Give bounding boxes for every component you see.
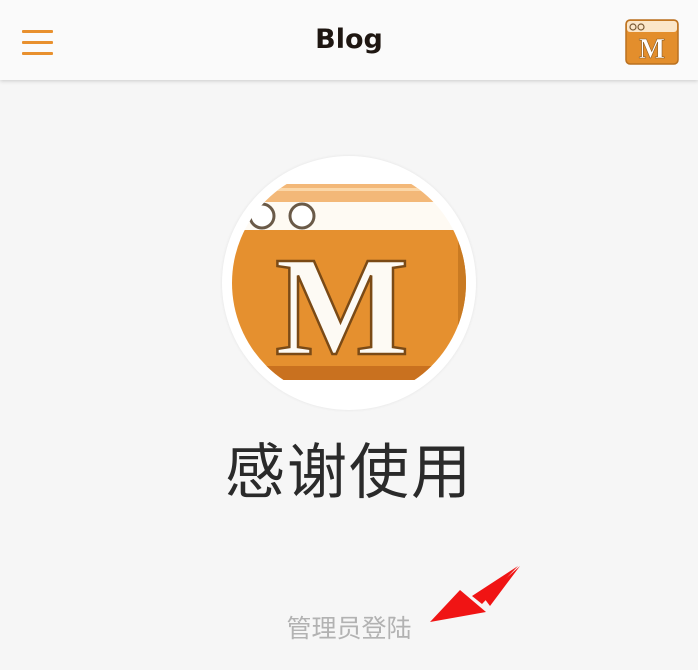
avatar: M <box>222 156 476 410</box>
red-arrow-annotation-icon <box>430 566 520 622</box>
svg-text:M: M <box>275 227 409 385</box>
header-logo-button[interactable]: M <box>625 19 679 65</box>
app-header: Blog M <box>0 0 698 80</box>
app-logo-icon: M <box>625 19 679 65</box>
admin-login-link[interactable]: 管理员登陆 <box>0 611 698 647</box>
page-title: Blog <box>315 24 383 55</box>
thanks-heading: 感谢使用 <box>225 438 473 508</box>
avatar-image: M <box>232 166 466 400</box>
svg-text:M: M <box>639 34 665 65</box>
app-logo-large-icon: M <box>232 166 466 400</box>
